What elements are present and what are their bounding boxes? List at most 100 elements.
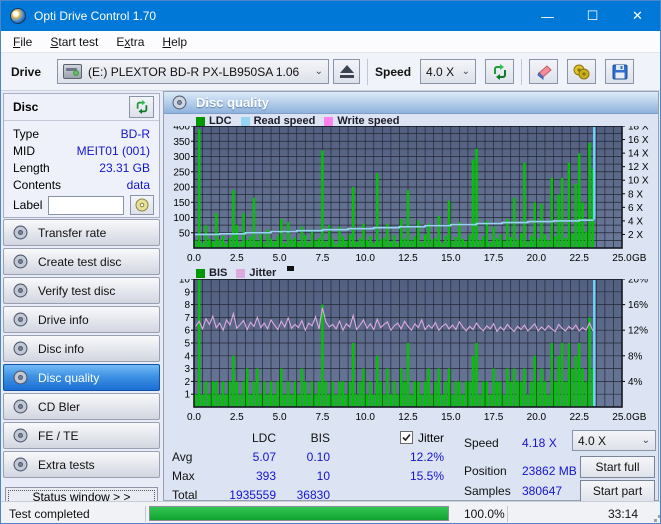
stats-ldc-value: 393	[255, 468, 276, 483]
svg-text:20.0: 20.0	[527, 412, 547, 423]
svg-text:6: 6	[184, 326, 190, 337]
menu-item-file[interactable]: File	[4, 31, 41, 53]
close-button[interactable]: ✕	[615, 1, 660, 31]
disc-info-row: Contents data	[13, 176, 150, 193]
legend-swatch-icon	[196, 268, 205, 278]
svg-text:10.0: 10.0	[355, 412, 375, 423]
stats-header-bis: BIS	[310, 430, 330, 445]
svg-text:8 X: 8 X	[628, 189, 643, 200]
svg-text:12.5: 12.5	[398, 253, 418, 264]
svg-text:400: 400	[173, 126, 190, 133]
svg-text:6 X: 6 X	[628, 203, 643, 214]
svg-text:16%: 16%	[628, 300, 648, 311]
jitter-marker-icon	[287, 265, 295, 271]
svg-text:9: 9	[184, 287, 190, 298]
disc-icon	[13, 312, 28, 327]
svg-text:10 X: 10 X	[628, 176, 649, 187]
stats-row-label: Max	[172, 468, 195, 483]
sidebar-item-create-test-disc[interactable]: Create test disc	[3, 248, 160, 275]
disc-info-row: Length 23.31 GB	[13, 159, 150, 176]
svg-text:5.0: 5.0	[273, 253, 287, 264]
sidebar-item-disc-quality[interactable]: Disc quality	[3, 364, 160, 391]
svg-text:8%: 8%	[628, 351, 643, 362]
disc-quality-panel: Disc quality LDC Read speed Write speed 40…	[163, 91, 659, 502]
label-input[interactable]	[48, 195, 125, 215]
test-speed-select[interactable]: 4.0 X ⌄	[572, 430, 656, 451]
disc-info-row: MID MEIT01 (001)	[13, 142, 150, 159]
sidebar-item-label: Drive info	[38, 312, 89, 327]
sidebar-item-transfer-rate[interactable]: Transfer rate	[3, 219, 160, 246]
jitter-header: Jitter	[330, 431, 444, 445]
menu-item-start-test[interactable]: Start test	[41, 31, 107, 53]
disc-panel: Disc Type BD-R MID MEIT01 (001) Length 23.31 …	[3, 93, 160, 218]
speed-stat-value: 4.18 X	[522, 436, 557, 450]
status-text: Test completed	[9, 506, 90, 521]
speed-stat-label: Speed	[464, 436, 499, 450]
progress-percent: 100.0%	[464, 506, 505, 521]
svg-text:0.0: 0.0	[187, 412, 201, 423]
legend-label: Jitter	[249, 267, 277, 279]
legend-item: Jitter	[236, 267, 276, 279]
svg-text:15.0: 15.0	[441, 253, 461, 264]
stats-row-label: Total	[172, 487, 198, 502]
disc-tools-button[interactable]	[567, 59, 597, 84]
svg-text:5.0: 5.0	[273, 412, 287, 423]
chevron-down-icon: ⌄	[314, 66, 324, 77]
disc-info-label: MID	[13, 143, 35, 158]
drive-select-value: (E:) PLEXTOR BD-R PX-LB950SA 1.06	[88, 64, 300, 79]
sidebar-item-label: CD Bler	[38, 399, 81, 414]
sidebar-item-verify-test-disc[interactable]: Verify test disc	[3, 277, 160, 304]
sidebar-item-fe-te[interactable]: FE / TE	[3, 422, 160, 449]
disc-info-value: BD-R	[120, 126, 150, 141]
svg-text:12%: 12%	[628, 326, 648, 337]
svg-text:4: 4	[184, 351, 190, 362]
svg-text:50: 50	[179, 228, 191, 239]
sidebar-item-extra-tests[interactable]: Extra tests	[3, 451, 160, 478]
legend-swatch-icon	[324, 116, 334, 126]
save-button[interactable]	[605, 59, 635, 84]
svg-text:20%: 20%	[628, 279, 648, 286]
drive-select[interactable]: (E:) PLEXTOR BD-R PX-LB950SA 1.06 ⌄	[57, 59, 330, 84]
svg-text:25.0: 25.0	[612, 253, 632, 264]
minimize-button[interactable]: —	[525, 1, 570, 31]
svg-text:2 X: 2 X	[628, 230, 643, 241]
menu-item-extra[interactable]: Extra	[107, 31, 153, 53]
start-full-button[interactable]: Start full	[580, 456, 655, 478]
stats-ldc-value: 5.07	[252, 449, 276, 464]
disc-icon	[13, 457, 28, 472]
eject-button[interactable]	[333, 59, 361, 84]
bis-jitter-chart: 109 8 7 6 54 3 2 1 20% 16% 12% 8% 4% 0.0 2.5 5.0 7.5 10.0…	[179, 279, 648, 423]
disc-icon	[13, 399, 28, 414]
svg-text:12 X: 12 X	[628, 162, 649, 173]
menu-item-help[interactable]: Help	[153, 31, 196, 53]
disc-label-button[interactable]	[130, 195, 154, 215]
legend-item: BIS	[196, 267, 227, 279]
samples-stat-label: Samples	[464, 484, 511, 498]
erase-disc-button[interactable]	[529, 59, 559, 84]
start-part-button[interactable]: Start part	[580, 480, 655, 502]
refresh-disc-button[interactable]	[129, 96, 154, 118]
disc-info-label: Type	[13, 126, 40, 141]
sidebar-item-drive-info[interactable]: Drive info	[3, 306, 160, 333]
resize-grip[interactable]	[654, 519, 657, 522]
svg-text:0.0: 0.0	[187, 253, 201, 264]
svg-text:15.0: 15.0	[441, 412, 461, 423]
disc-icon	[13, 254, 28, 269]
sidebar-item-cd-bler[interactable]: CD Bler	[3, 393, 160, 420]
svg-text:22.5: 22.5	[569, 253, 589, 264]
stats-bis-value: 10	[316, 468, 330, 483]
sidebar-item-label: Create test disc	[38, 254, 122, 269]
speed-select[interactable]: 4.0 X ⌄	[420, 59, 477, 84]
sidebar-item-disc-info[interactable]: Disc info	[3, 335, 160, 362]
disc-info-value: data	[126, 177, 150, 192]
refresh-speeds-button[interactable]	[485, 59, 515, 84]
jitter-checkbox[interactable]	[399, 431, 413, 444]
maximize-button[interactable]: ☐	[570, 1, 615, 31]
svg-text:7.5: 7.5	[315, 412, 329, 423]
svg-text:1: 1	[184, 390, 190, 401]
disc-info-value: MEIT01 (001)	[76, 143, 150, 158]
elapsed-time: 33:14	[607, 506, 638, 521]
svg-text:8: 8	[184, 300, 190, 311]
chart2-legend: BIS Jitter	[196, 265, 295, 279]
disc-panel-title: Disc	[13, 100, 39, 114]
